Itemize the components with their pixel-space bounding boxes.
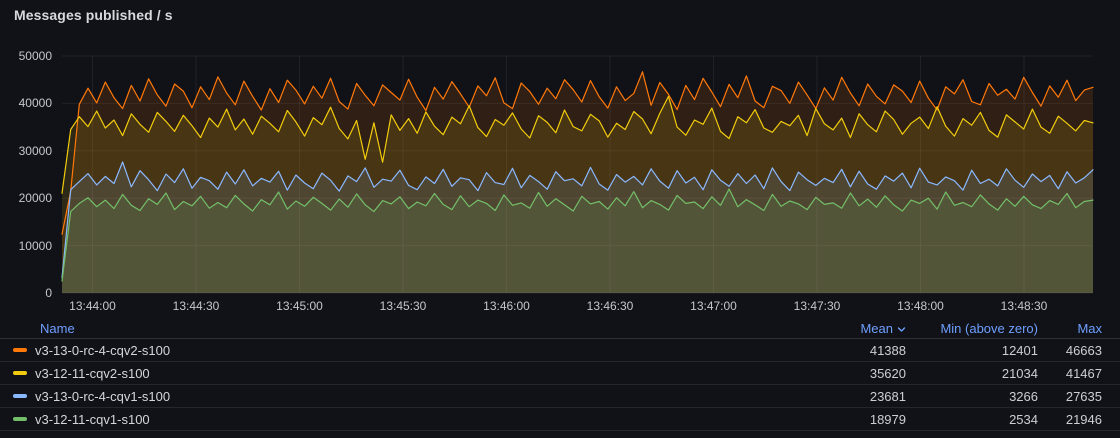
legend-row: v3-12-11-cqv1-s100 18979253421946 (0, 408, 1120, 431)
y-tick-label: 0 (0, 285, 52, 301)
series-mean-value: 23681 (816, 389, 906, 404)
legend-table: Name Mean Min (above zero) Max v3-13-0-r… (0, 318, 1120, 431)
legend-name-cell: v3-12-11-cqv1-s100 (13, 412, 816, 427)
series-color-swatch[interactable] (13, 394, 27, 398)
legend-column-min[interactable]: Min (above zero) (906, 321, 1038, 336)
x-tick-label: 13:48:00 (897, 299, 944, 314)
series-max-value: 41467 (1038, 366, 1102, 381)
x-tick-label: 13:45:30 (380, 299, 427, 314)
x-tick-label: 13:48:30 (1001, 299, 1048, 314)
legend-rows: v3-13-0-rc-4-cqv2-s100413881240146663v3-… (0, 339, 1120, 431)
grafana-panel: Messages published / s 01000020000300004… (0, 0, 1120, 438)
y-tick-label: 10000 (0, 238, 52, 254)
legend-name-cell: v3-12-11-cqv2-s100 (13, 366, 816, 381)
legend-column-max[interactable]: Max (1038, 321, 1102, 336)
x-tick-label: 13:44:30 (173, 299, 220, 314)
legend-row: v3-12-11-cqv2-s100 356202103441467 (0, 362, 1120, 385)
plot-canvas (0, 0, 1120, 318)
y-tick-label: 40000 (0, 95, 52, 111)
series-color-swatch[interactable] (13, 371, 27, 375)
legend-column-mean-label: Mean (860, 321, 893, 336)
x-tick-label: 13:47:30 (794, 299, 841, 314)
legend-column-mean[interactable]: Mean (816, 321, 906, 336)
x-tick-label: 13:45:00 (276, 299, 323, 314)
legend-name-cell: v3-13-0-rc-4-cqv1-s100 (13, 389, 816, 404)
y-tick-label: 20000 (0, 190, 52, 206)
legend-name-cell: v3-13-0-rc-4-cqv2-s100 (13, 343, 816, 358)
series-max-value: 27635 (1038, 389, 1102, 404)
series-name[interactable]: v3-13-0-rc-4-cqv2-s100 (35, 343, 170, 358)
series-mean-value: 18979 (816, 412, 906, 427)
series-name[interactable]: v3-12-11-cqv1-s100 (35, 412, 150, 427)
series-max-value: 21946 (1038, 412, 1102, 427)
y-tick-label: 50000 (0, 48, 52, 64)
series-color-swatch[interactable] (13, 417, 27, 421)
x-tick-label: 13:44:00 (69, 299, 116, 314)
series-max-value: 46663 (1038, 343, 1102, 358)
series-name[interactable]: v3-12-11-cqv2-s100 (35, 366, 150, 381)
series-min-value: 2534 (906, 412, 1038, 427)
x-tick-label: 13:46:30 (587, 299, 634, 314)
y-tick-label: 30000 (0, 143, 52, 159)
series-min-value: 3266 (906, 389, 1038, 404)
series-min-value: 21034 (906, 366, 1038, 381)
x-tick-label: 13:47:00 (690, 299, 737, 314)
series-name[interactable]: v3-13-0-rc-4-cqv1-s100 (35, 389, 170, 404)
series-min-value: 12401 (906, 343, 1038, 358)
series-color-swatch[interactable] (13, 348, 27, 352)
timeseries-chart[interactable]: 0 10000 20000 30000 40000 50000 13:44:00 13:44… (0, 0, 1120, 318)
x-tick-label: 13:46:00 (483, 299, 530, 314)
legend-row: v3-13-0-rc-4-cqv1-s100 23681326627635 (0, 385, 1120, 408)
series-mean-value: 41388 (816, 343, 906, 358)
legend-row: v3-13-0-rc-4-cqv2-s100 413881240146663 (0, 339, 1120, 362)
legend-header: Name Mean Min (above zero) Max (0, 318, 1120, 339)
legend-column-name[interactable]: Name (13, 321, 816, 336)
series-mean-value: 35620 (816, 366, 906, 381)
sort-desc-icon (897, 325, 906, 334)
